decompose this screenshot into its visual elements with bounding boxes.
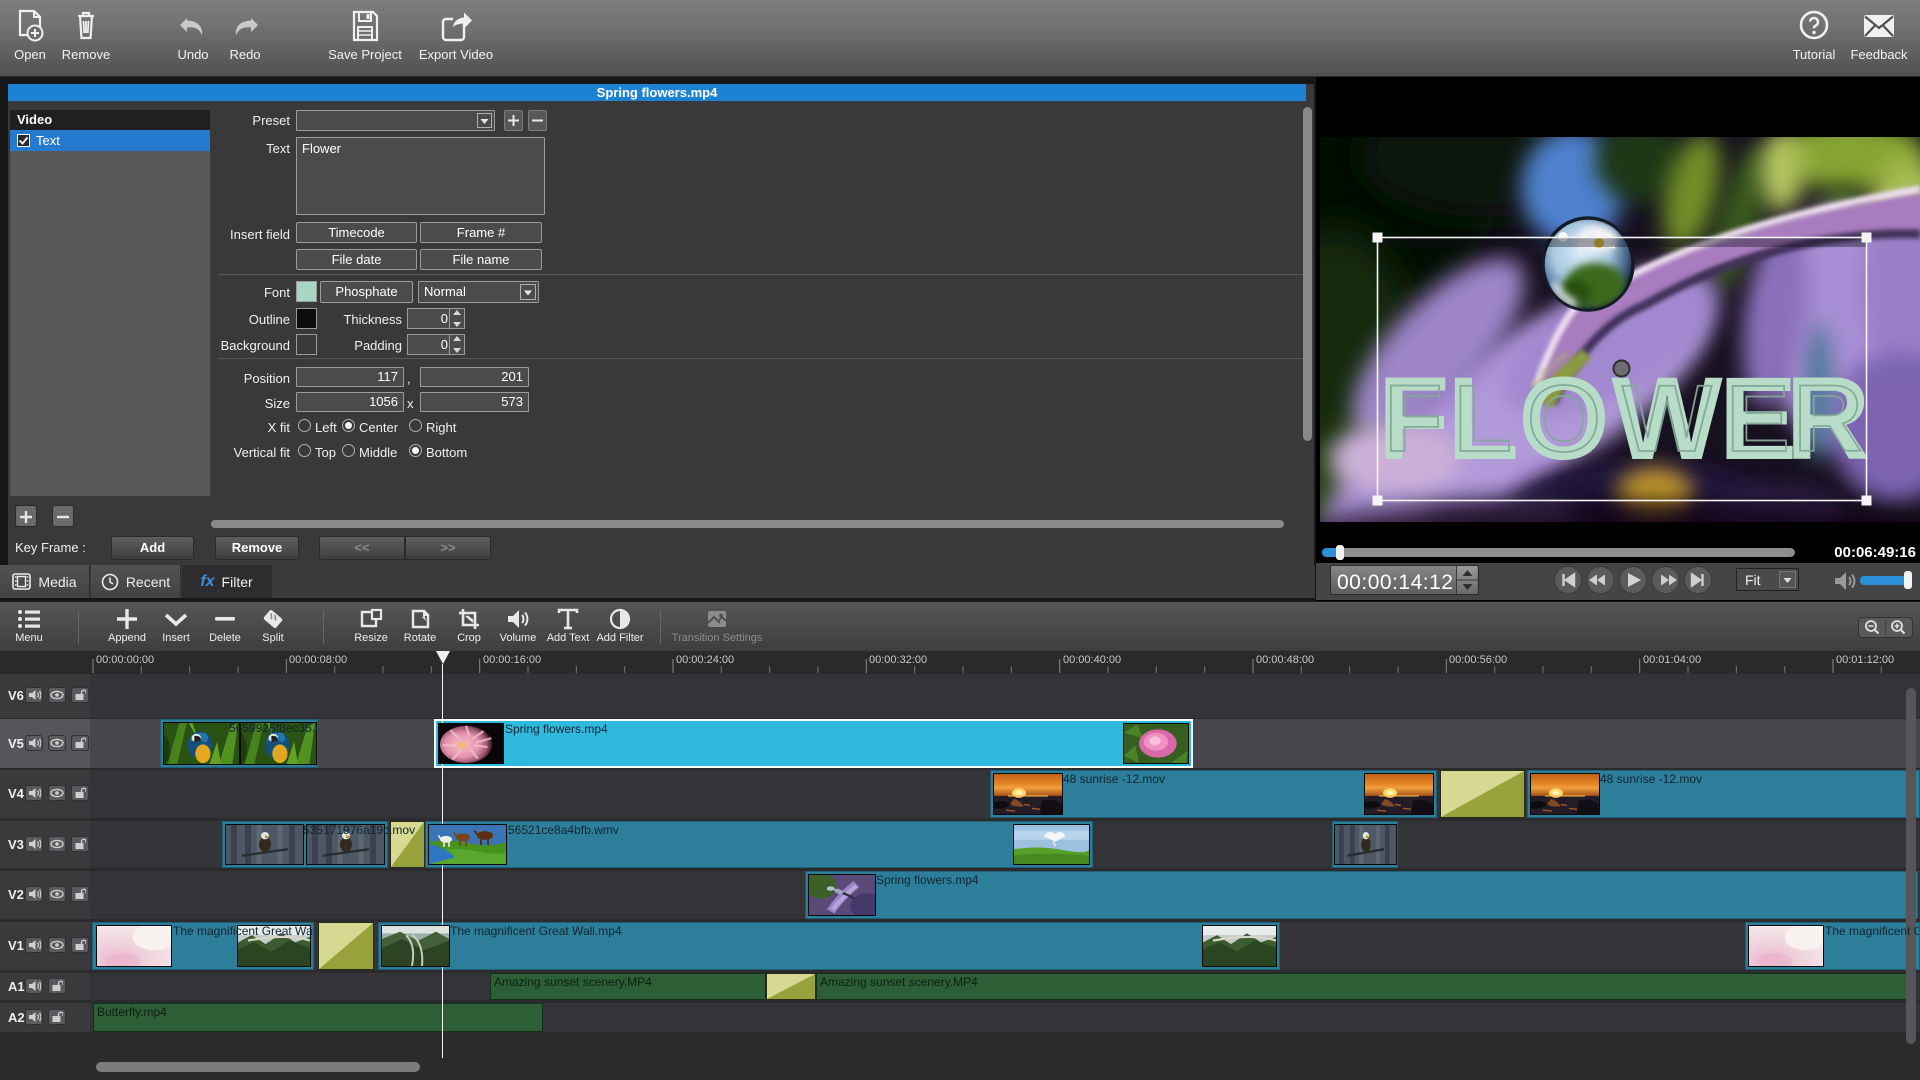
svg-text:O: O (1527, 366, 1601, 472)
svg-text:L: L (1454, 366, 1512, 472)
svg-text:00:00:56:00: 00:00:56:00 (1449, 654, 1507, 666)
svg-text:W: W (1622, 366, 1712, 472)
svg-text:00:00:00:00: 00:00:00:00 (96, 654, 154, 666)
svg-text:00:00:16:00: 00:00:16:00 (483, 654, 541, 666)
svg-text:R: R (1794, 366, 1863, 472)
svg-text:00:00:40:00: 00:00:40:00 (1063, 654, 1121, 666)
svg-text:00:00:08:00: 00:00:08:00 (289, 654, 347, 666)
svg-text:E: E (1726, 366, 1789, 472)
svg-text:00:00:32:00: 00:00:32:00 (869, 654, 927, 666)
svg-text:F: F (1384, 366, 1442, 472)
svg-text:00:01:12:00: 00:01:12:00 (1836, 654, 1894, 666)
svg-text:00:00:48:00: 00:00:48:00 (1256, 654, 1314, 666)
svg-text:00:01:04:00: 00:01:04:00 (1643, 654, 1701, 666)
svg-text:00:00:24:00: 00:00:24:00 (676, 654, 734, 666)
